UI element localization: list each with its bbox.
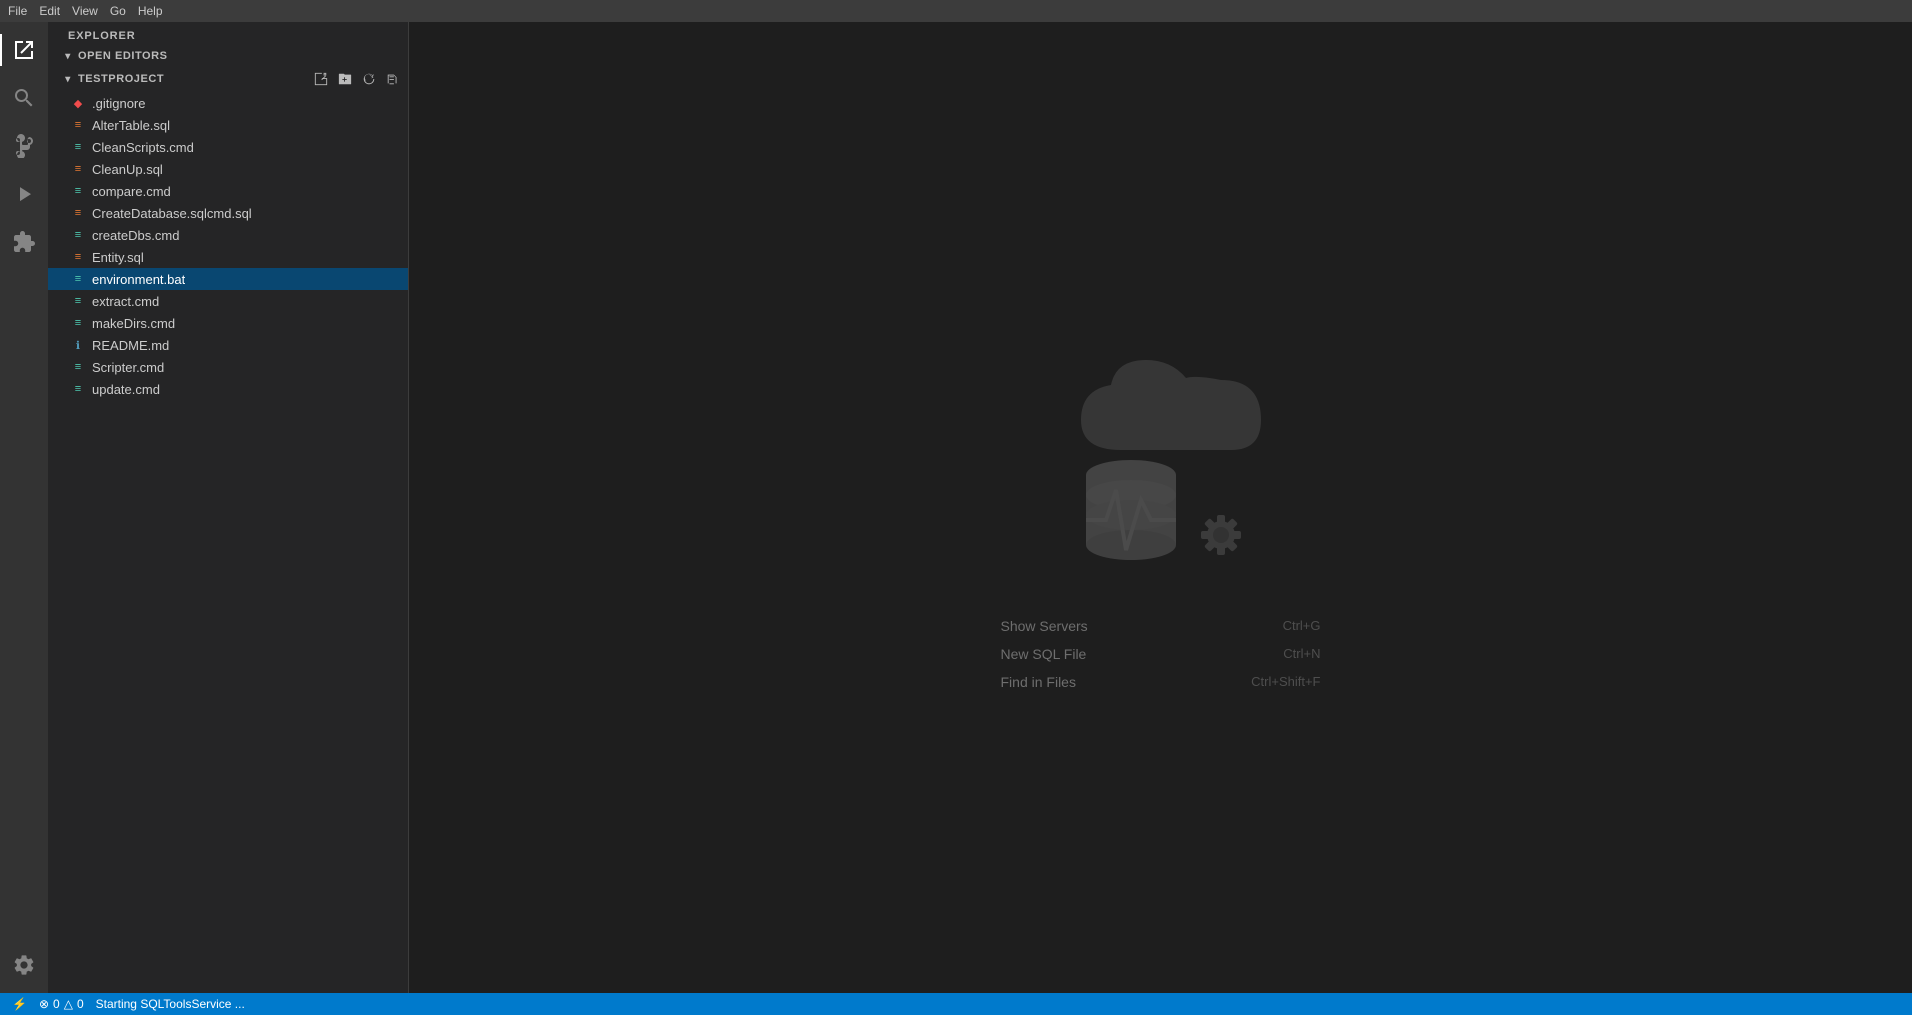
find-in-files-label[interactable]: Find in Files — [1001, 674, 1076, 690]
welcome-illustration — [1031, 320, 1291, 580]
file-name-label: extract.cmd — [92, 294, 159, 309]
file-type-icon: ≡ — [70, 205, 86, 221]
settings-activity-icon[interactable] — [0, 941, 48, 989]
status-text: Starting SQLToolsService ... — [96, 997, 245, 1011]
warning-icon: △ — [64, 997, 73, 1011]
file-name-label: compare.cmd — [92, 184, 171, 199]
menu-help[interactable]: Help — [138, 4, 163, 18]
file-list: ◆ .gitignore ≡ AlterTable.sql ≡ CleanScr… — [48, 92, 408, 400]
new-sql-file-action[interactable]: New SQL File Ctrl+N — [1001, 640, 1321, 668]
remote-status[interactable]: ⚡ — [8, 997, 31, 1011]
show-servers-label[interactable]: Show Servers — [1001, 618, 1088, 634]
sidebar-title: EXPLORER — [48, 22, 408, 46]
explorer-activity-icon[interactable] — [0, 26, 48, 74]
file-type-icon: ≡ — [70, 139, 86, 155]
welcome-container: Show Servers Ctrl+G New SQL File Ctrl+N … — [1001, 320, 1321, 696]
menu-go[interactable]: Go — [110, 4, 126, 18]
new-sql-file-label[interactable]: New SQL File — [1001, 646, 1087, 662]
file-type-icon: ≡ — [70, 293, 86, 309]
new-file-button[interactable] — [310, 68, 332, 90]
statusbar-left: ⚡ ⊗ 0 △ 0 Starting SQLToolsService ... — [8, 997, 249, 1011]
sidebar: EXPLORER ▾ OPEN EDITORS ▾ TESTPROJECT — [48, 22, 408, 993]
new-folder-button[interactable] — [334, 68, 356, 90]
menu-file[interactable]: File — [8, 4, 27, 18]
file-type-icon: ≡ — [70, 249, 86, 265]
testproject-chevron: ▾ — [60, 71, 76, 87]
activitybar — [0, 22, 48, 993]
file-item[interactable]: ≡ CleanUp.sql — [48, 158, 408, 180]
file-type-icon: ≡ — [70, 315, 86, 331]
activitybar-bottom — [0, 941, 48, 993]
testproject-label: TESTPROJECT — [78, 73, 164, 85]
remote-icon: ⚡ — [12, 997, 27, 1011]
show-servers-action[interactable]: Show Servers Ctrl+G — [1001, 612, 1321, 640]
main-layout: EXPLORER ▾ OPEN EDITORS ▾ TESTPROJECT — [0, 22, 1912, 993]
find-in-files-shortcut: Ctrl+Shift+F — [1251, 674, 1320, 689]
file-name-label: createDbs.cmd — [92, 228, 179, 243]
menu-view[interactable]: View — [72, 4, 98, 18]
file-item[interactable]: ≡ Scripter.cmd — [48, 356, 408, 378]
file-name-label: Entity.sql — [92, 250, 144, 265]
file-item[interactable]: ◆ .gitignore — [48, 92, 408, 114]
open-editors-chevron: ▾ — [60, 48, 76, 64]
file-type-icon: ≡ — [70, 359, 86, 375]
file-name-label: README.md — [92, 338, 169, 353]
file-item[interactable]: ≡ Entity.sql — [48, 246, 408, 268]
file-type-icon: ≡ — [70, 117, 86, 133]
file-type-icon: ≡ — [70, 161, 86, 177]
file-type-icon: ≡ — [70, 381, 86, 397]
errors-count: 0 — [53, 997, 60, 1011]
file-item[interactable]: ≡ update.cmd — [48, 378, 408, 400]
find-in-files-action[interactable]: Find in Files Ctrl+Shift+F — [1001, 668, 1321, 696]
refresh-button[interactable] — [358, 68, 380, 90]
file-item[interactable]: ≡ CreateDatabase.sqlcmd.sql — [48, 202, 408, 224]
file-item[interactable]: ≡ extract.cmd — [48, 290, 408, 312]
file-type-icon: ≡ — [70, 183, 86, 199]
show-servers-shortcut: Ctrl+G — [1283, 618, 1321, 633]
file-item[interactable]: ℹ README.md — [48, 334, 408, 356]
file-item[interactable]: ≡ AlterTable.sql — [48, 114, 408, 136]
source-control-activity-icon[interactable] — [0, 122, 48, 170]
file-name-label: CleanScripts.cmd — [92, 140, 194, 155]
file-item[interactable]: ≡ CleanScripts.cmd — [48, 136, 408, 158]
file-name-label: makeDirs.cmd — [92, 316, 175, 331]
testproject-toolbar — [310, 68, 408, 90]
open-editors-label: OPEN EDITORS — [78, 50, 168, 62]
error-icon: ⊗ — [39, 997, 49, 1011]
titlebar: File Edit View Go Help — [0, 0, 1912, 22]
file-item[interactable]: ≡ compare.cmd — [48, 180, 408, 202]
file-item[interactable]: ≡ createDbs.cmd — [48, 224, 408, 246]
file-type-icon: ◆ — [70, 95, 86, 111]
file-type-icon: ≡ — [70, 271, 86, 287]
new-sql-file-shortcut: Ctrl+N — [1283, 646, 1320, 661]
extensions-activity-icon[interactable] — [0, 218, 48, 266]
file-name-label: update.cmd — [92, 382, 160, 397]
file-name-label: .gitignore — [92, 96, 145, 111]
file-item[interactable]: ≡ environment.bat — [48, 268, 408, 290]
file-name-label: AlterTable.sql — [92, 118, 170, 133]
file-name-label: Scripter.cmd — [92, 360, 164, 375]
testproject-section[interactable]: ▾ TESTPROJECT — [48, 66, 408, 92]
file-name-label: environment.bat — [92, 272, 185, 287]
search-activity-icon[interactable] — [0, 74, 48, 122]
editor-area: Show Servers Ctrl+G New SQL File Ctrl+N … — [409, 22, 1912, 993]
statusbar: ⚡ ⊗ 0 △ 0 Starting SQLToolsService ... — [0, 993, 1912, 1015]
open-editors-section[interactable]: ▾ OPEN EDITORS — [48, 46, 408, 66]
menu-edit[interactable]: Edit — [39, 4, 60, 18]
collapse-all-button[interactable] — [382, 68, 404, 90]
file-name-label: CleanUp.sql — [92, 162, 163, 177]
file-item[interactable]: ≡ makeDirs.cmd — [48, 312, 408, 334]
debug-activity-icon[interactable] — [0, 170, 48, 218]
errors-status[interactable]: ⊗ 0 △ 0 — [35, 997, 88, 1011]
file-name-label: CreateDatabase.sqlcmd.sql — [92, 206, 252, 221]
status-message: Starting SQLToolsService ... — [92, 997, 249, 1011]
file-type-icon: ℹ — [70, 337, 86, 353]
warnings-count: 0 — [77, 997, 84, 1011]
file-type-icon: ≡ — [70, 227, 86, 243]
